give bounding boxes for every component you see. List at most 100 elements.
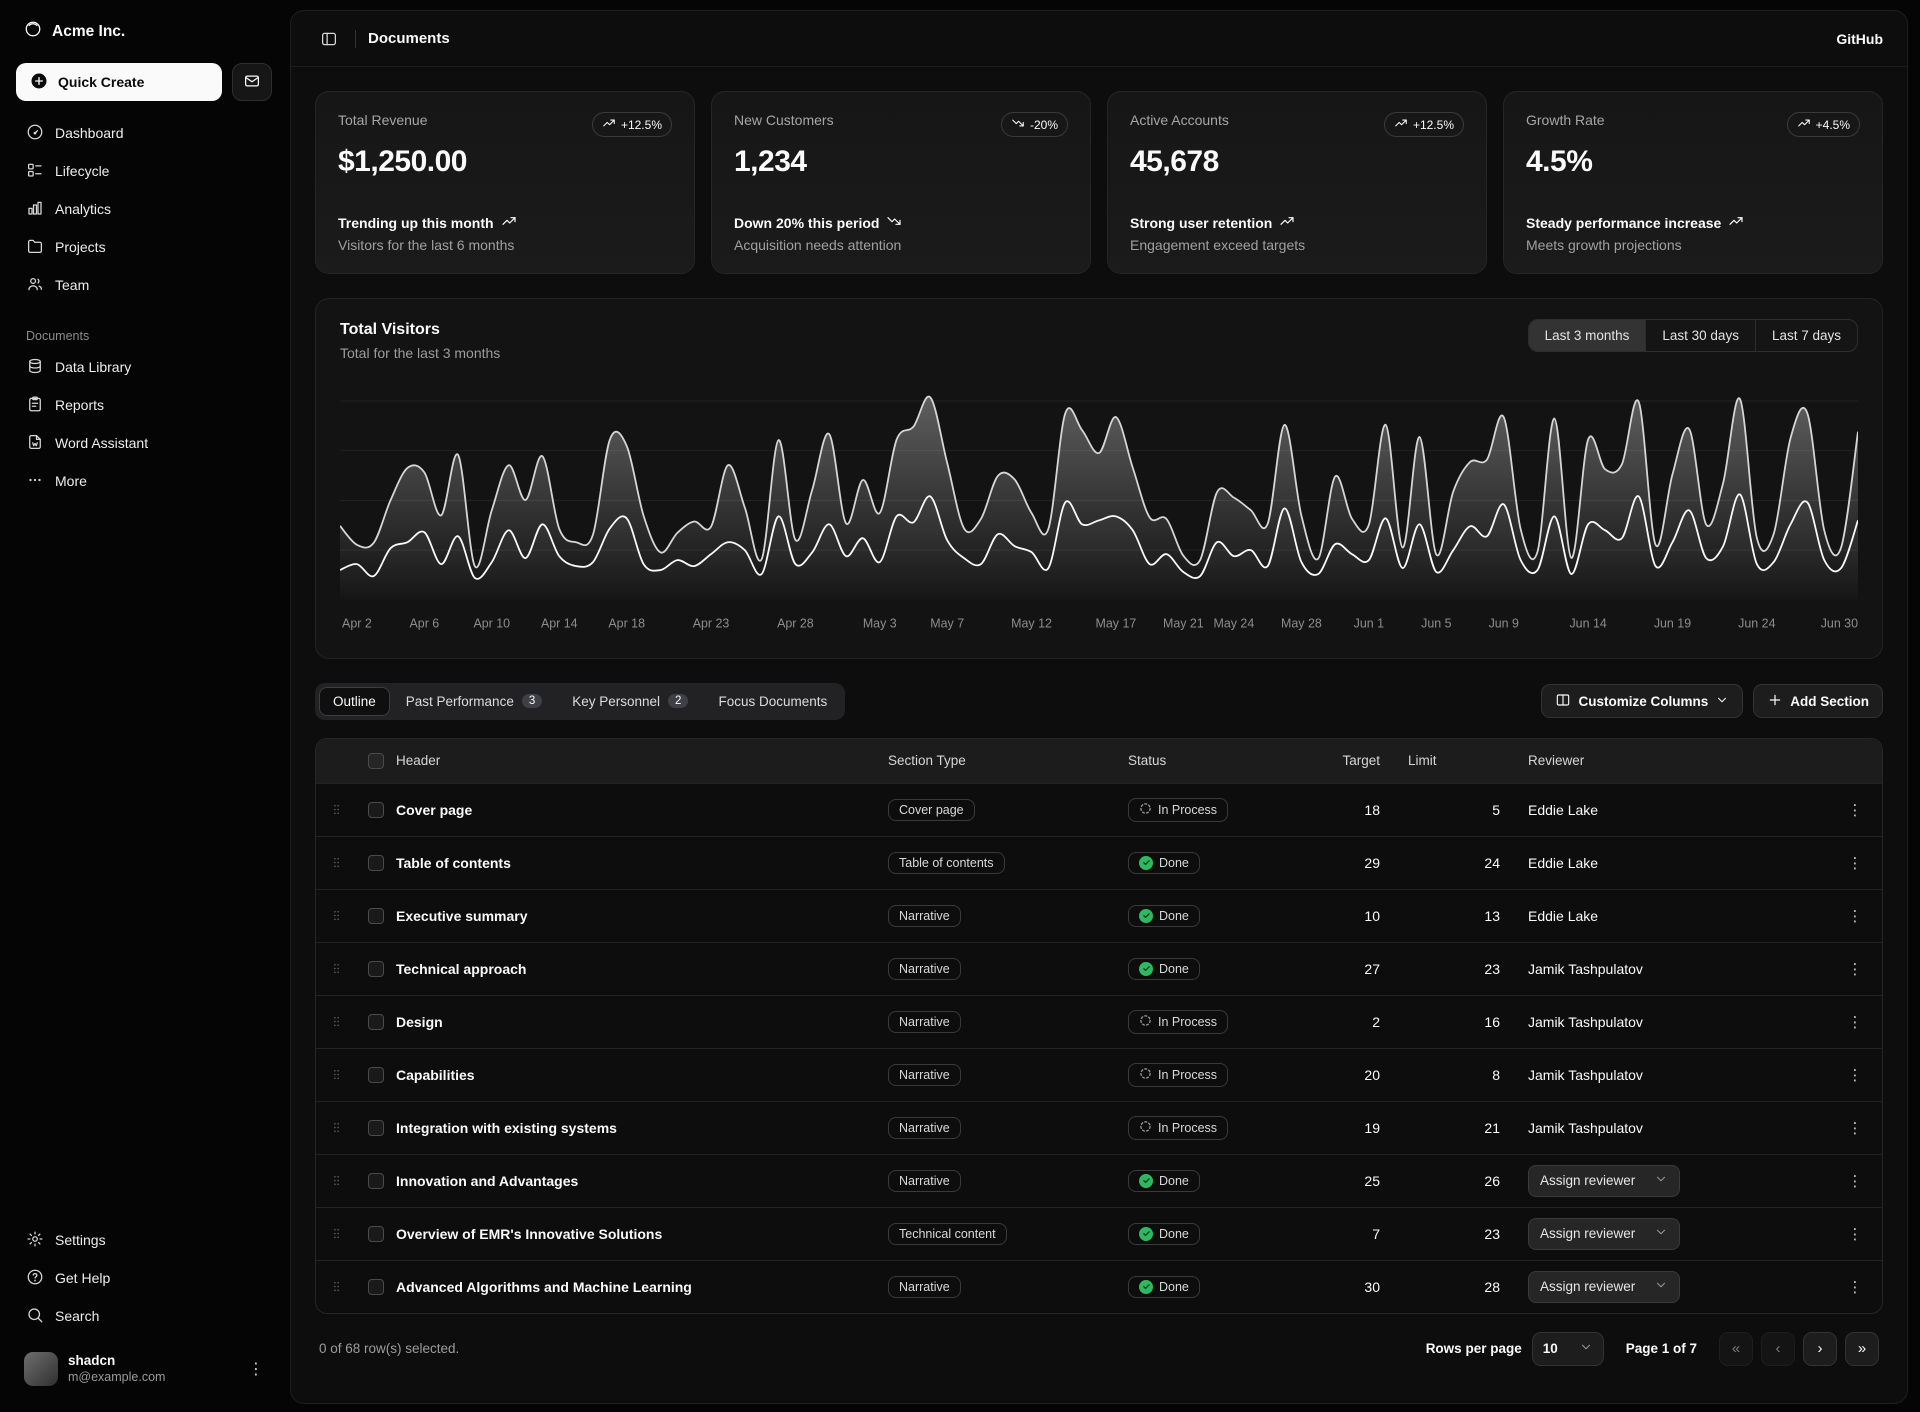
sidebar-toggle-button[interactable] <box>315 25 343 53</box>
limit-value[interactable]: 5 <box>1408 802 1528 818</box>
user-menu[interactable]: shadcn m@example.com ⋮ <box>16 1344 272 1394</box>
drag-handle-icon[interactable] <box>316 1068 356 1081</box>
drag-handle-icon[interactable] <box>316 909 356 922</box>
assign-reviewer-select[interactable]: Assign reviewer <box>1528 1218 1680 1250</box>
sidebar-item-lifecycle[interactable]: Lifecycle <box>16 153 272 189</box>
row-actions-button[interactable]: ⋮ <box>1828 1225 1882 1243</box>
row-actions-button[interactable]: ⋮ <box>1828 1066 1882 1084</box>
add-section-button[interactable]: Add Section <box>1753 684 1883 718</box>
row-header-link[interactable]: Overview of EMR's Innovative Solutions <box>396 1226 888 1242</box>
row-checkbox[interactable] <box>368 908 384 924</box>
user-menu-dots-icon[interactable]: ⋮ <box>248 1359 264 1379</box>
limit-value[interactable]: 16 <box>1408 1014 1528 1030</box>
row-header-link[interactable]: Capabilities <box>396 1067 888 1083</box>
brand[interactable]: Acme Inc. <box>16 14 272 49</box>
drag-handle-icon[interactable] <box>316 1227 356 1240</box>
tab-past-performance[interactable]: Past Performance3 <box>392 687 556 716</box>
target-value[interactable]: 30 <box>1298 1279 1408 1295</box>
row-checkbox[interactable] <box>368 1014 384 1030</box>
row-actions-button[interactable]: ⋮ <box>1828 1278 1882 1296</box>
row-checkbox[interactable] <box>368 1120 384 1136</box>
drag-handle-icon[interactable] <box>316 856 356 869</box>
row-actions-button[interactable]: ⋮ <box>1828 1172 1882 1190</box>
select-all-checkbox[interactable] <box>368 753 384 769</box>
row-header-link[interactable]: Advanced Algorithms and Machine Learning <box>396 1279 888 1295</box>
row-header-link[interactable]: Table of contents <box>396 855 888 871</box>
row-actions-button[interactable]: ⋮ <box>1828 1119 1882 1137</box>
sidebar-item-team[interactable]: Team <box>16 267 272 303</box>
limit-value[interactable]: 13 <box>1408 908 1528 924</box>
target-value[interactable]: 27 <box>1298 961 1408 977</box>
limit-value[interactable]: 8 <box>1408 1067 1528 1083</box>
last-page-button[interactable]: » <box>1845 1332 1879 1366</box>
row-actions-button[interactable]: ⋮ <box>1828 854 1882 872</box>
limit-value[interactable]: 28 <box>1408 1279 1528 1295</box>
sidebar-item-reports[interactable]: Reports <box>16 387 272 423</box>
row-checkbox[interactable] <box>368 1279 384 1295</box>
limit-value[interactable]: 24 <box>1408 855 1528 871</box>
row-checkbox[interactable] <box>368 855 384 871</box>
sidebar-item-get-help[interactable]: Get Help <box>16 1260 272 1296</box>
range-last-30-days[interactable]: Last 30 days <box>1646 320 1756 351</box>
target-value[interactable]: 19 <box>1298 1120 1408 1136</box>
range-last-7-days[interactable]: Last 7 days <box>1756 320 1857 351</box>
sidebar-item-analytics[interactable]: Analytics <box>16 191 272 227</box>
table-row: Innovation and Advantages Narrative Done… <box>316 1154 1882 1207</box>
first-page-button[interactable]: « <box>1719 1332 1753 1366</box>
row-header-link[interactable]: Integration with existing systems <box>396 1120 888 1136</box>
target-value[interactable]: 2 <box>1298 1014 1408 1030</box>
status-badge: Done <box>1128 1223 1200 1245</box>
sidebar-item-projects[interactable]: Projects <box>16 229 272 265</box>
row-checkbox[interactable] <box>368 1067 384 1083</box>
target-value[interactable]: 25 <box>1298 1173 1408 1189</box>
sidebar-item-data-library[interactable]: Data Library <box>16 349 272 385</box>
drag-handle-icon[interactable] <box>316 1280 356 1293</box>
sidebar-item-search[interactable]: Search <box>16 1298 272 1334</box>
row-checkbox[interactable] <box>368 1226 384 1242</box>
row-header-link[interactable]: Cover page <box>396 802 888 818</box>
tab-key-personnel[interactable]: Key Personnel2 <box>558 687 702 716</box>
rows-per-page-select[interactable]: 10 <box>1532 1332 1604 1366</box>
row-checkbox[interactable] <box>368 961 384 977</box>
limit-value[interactable]: 23 <box>1408 1226 1528 1242</box>
row-header-link[interactable]: Executive summary <box>396 908 888 924</box>
row-actions-button[interactable]: ⋮ <box>1828 907 1882 925</box>
next-page-button[interactable]: › <box>1803 1332 1837 1366</box>
range-last-3-months[interactable]: Last 3 months <box>1529 320 1647 351</box>
tab-outline[interactable]: Outline <box>319 687 390 716</box>
row-checkbox[interactable] <box>368 1173 384 1189</box>
assign-reviewer-select[interactable]: Assign reviewer <box>1528 1165 1680 1197</box>
row-actions-button[interactable]: ⋮ <box>1828 801 1882 819</box>
target-value[interactable]: 20 <box>1298 1067 1408 1083</box>
quick-create-button[interactable]: Quick Create <box>16 63 222 101</box>
card-value: 4.5% <box>1526 145 1860 179</box>
github-link[interactable]: GitHub <box>1836 31 1883 47</box>
tab-focus-documents[interactable]: Focus Documents <box>704 687 841 716</box>
inbox-button[interactable] <box>232 63 272 101</box>
limit-value[interactable]: 23 <box>1408 961 1528 977</box>
customize-columns-button[interactable]: Customize Columns <box>1541 684 1743 718</box>
sidebar-item-more[interactable]: More <box>16 463 272 499</box>
drag-handle-icon[interactable] <box>316 1015 356 1028</box>
drag-handle-icon[interactable] <box>316 1174 356 1187</box>
row-header-link[interactable]: Technical approach <box>396 961 888 977</box>
prev-page-button[interactable]: ‹ <box>1761 1332 1795 1366</box>
drag-handle-icon[interactable] <box>316 1121 356 1134</box>
drag-handle-icon[interactable] <box>316 962 356 975</box>
row-checkbox[interactable] <box>368 802 384 818</box>
target-value[interactable]: 18 <box>1298 802 1408 818</box>
drag-handle-icon[interactable] <box>316 803 356 816</box>
row-header-link[interactable]: Innovation and Advantages <box>396 1173 888 1189</box>
row-actions-button[interactable]: ⋮ <box>1828 1013 1882 1031</box>
target-value[interactable]: 10 <box>1298 908 1408 924</box>
sidebar-item-settings[interactable]: Settings <box>16 1222 272 1258</box>
row-actions-button[interactable]: ⋮ <box>1828 960 1882 978</box>
assign-reviewer-select[interactable]: Assign reviewer <box>1528 1271 1680 1303</box>
limit-value[interactable]: 26 <box>1408 1173 1528 1189</box>
sidebar-item-word-assistant[interactable]: Word Assistant <box>16 425 272 461</box>
target-value[interactable]: 29 <box>1298 855 1408 871</box>
sidebar-item-dashboard[interactable]: Dashboard <box>16 115 272 151</box>
limit-value[interactable]: 21 <box>1408 1120 1528 1136</box>
target-value[interactable]: 7 <box>1298 1226 1408 1242</box>
row-header-link[interactable]: Design <box>396 1014 888 1030</box>
